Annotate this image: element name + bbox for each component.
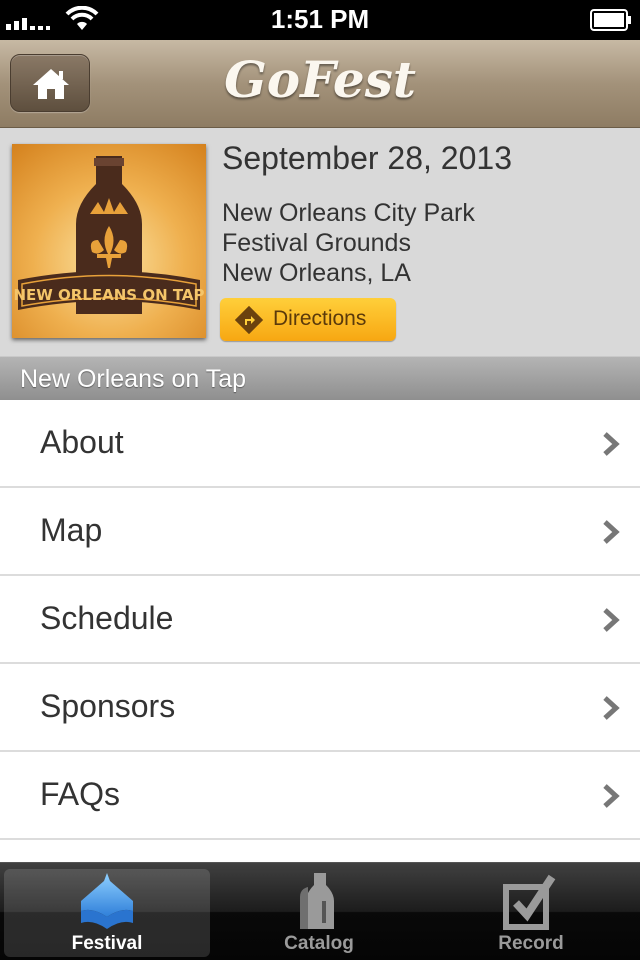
- section-header: New Orleans on Tap: [0, 356, 640, 400]
- app-title: GoFest: [224, 50, 416, 109]
- menu-item-label: Sponsors: [40, 688, 176, 724]
- festival-menu-list: About Map Schedule Sponsors FAQs: [0, 400, 640, 840]
- chevron-right-icon: [603, 784, 620, 808]
- status-time: 1:51 PM: [270, 4, 370, 34]
- event-date: September 28, 2013: [222, 140, 512, 176]
- tent-icon: [81, 873, 133, 929]
- battery-icon: [590, 9, 631, 31]
- tab-label: Festival: [71, 933, 143, 954]
- chevron-right-icon: [603, 432, 620, 456]
- venue-line: New Orleans City Park: [222, 199, 475, 227]
- tab-catalog[interactable]: Catalog: [216, 869, 422, 957]
- directions-label: Directions: [273, 307, 367, 330]
- tab-festival[interactable]: Festival: [4, 869, 210, 957]
- list-item-partial[interactable]: [0, 840, 640, 864]
- venue-line: New Orleans, LA: [222, 259, 411, 287]
- navigation-bar: GoFest: [0, 40, 640, 128]
- menu-item-label: Schedule: [40, 600, 174, 636]
- menu-item-label: Map: [40, 512, 103, 548]
- tab-record[interactable]: Record: [428, 869, 634, 957]
- chevron-right-icon: [603, 696, 620, 720]
- menu-item-schedule[interactable]: Schedule: [0, 576, 640, 664]
- menu-item-faqs[interactable]: FAQs: [0, 752, 640, 840]
- checkbox-icon: [503, 874, 556, 930]
- directions-button[interactable]: Directions: [220, 298, 396, 341]
- status-bar: 1:51 PM: [0, 0, 640, 40]
- event-header: NEW ORLEANS ON TAP September 28, 2013 Ne…: [0, 128, 640, 356]
- menu-item-map[interactable]: Map: [0, 488, 640, 576]
- app-screen: 1:51 PM GoFest NEW ORLEANS ON TAP Septem…: [0, 0, 640, 960]
- venue-line: Festival Grounds: [222, 229, 411, 257]
- chevron-right-icon: [603, 520, 620, 544]
- tab-bar: Festival Catalog Record: [0, 862, 640, 960]
- section-title: New Orleans on Tap: [20, 365, 247, 393]
- event-logo-text: NEW ORLEANS ON TAP: [13, 286, 204, 304]
- menu-item-about[interactable]: About: [0, 400, 640, 488]
- menu-item-sponsors[interactable]: Sponsors: [0, 664, 640, 752]
- menu-item-label: About: [40, 424, 124, 460]
- chevron-right-icon: [603, 608, 620, 632]
- bottle-icon: [300, 873, 334, 929]
- directions-icon: [234, 306, 264, 334]
- menu-item-label: FAQs: [40, 776, 121, 812]
- event-logo-image: NEW ORLEANS ON TAP: [12, 144, 206, 338]
- tab-label: Record: [498, 933, 564, 954]
- tab-label: Catalog: [284, 933, 354, 954]
- event-venue: New Orleans City Park Festival Grounds N…: [222, 198, 475, 288]
